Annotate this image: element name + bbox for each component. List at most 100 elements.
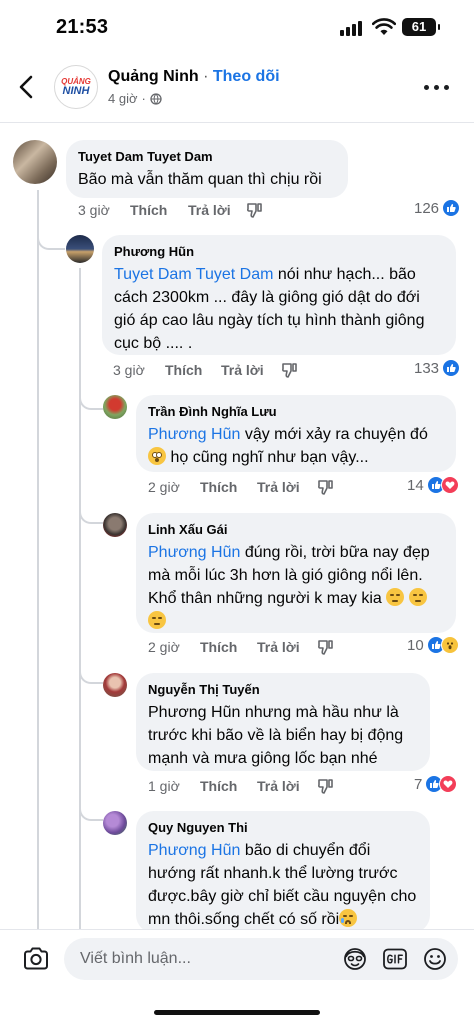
love-reaction-icon (440, 476, 459, 494)
comment-author[interactable]: Nguyễn Thị Tuyến (148, 681, 418, 699)
logo-bottom-text: NINH (62, 84, 90, 97)
reaction-count: 14 (407, 476, 424, 494)
reply-button[interactable]: Trả lời (257, 479, 317, 495)
post-meta: 4 giờ · (108, 91, 162, 106)
reaction-count: 133 (414, 359, 440, 377)
like-button[interactable]: Thích (200, 479, 257, 495)
header-divider (0, 122, 474, 123)
comment-author[interactable]: Phương Hũn (114, 243, 444, 261)
thread-line (37, 190, 39, 930)
pensive-emoji-icon (148, 611, 166, 629)
comment-actions: 1 giờ Thích Trả lời (148, 777, 335, 795)
dislike-icon[interactable] (246, 201, 264, 219)
comment-text: Phương Hũn đúng rồi, trời bữa nay đẹp mà… (148, 541, 444, 633)
thread-branch (79, 388, 103, 410)
post-time: 4 giờ (108, 91, 138, 106)
more-options-icon[interactable] (422, 74, 452, 100)
flushed-emoji-icon (148, 447, 166, 465)
comment-author[interactable]: Tuyet Dam Tuyet Dam (78, 148, 336, 166)
crying-emoji-icon (339, 909, 358, 927)
like-button[interactable]: Thích (130, 202, 188, 218)
like-button[interactable]: Thích (165, 362, 221, 378)
thread-branch (79, 662, 103, 684)
reaction-summary[interactable]: 7 (414, 775, 458, 793)
comment-actions: 2 giờ Thích Trả lời (148, 478, 335, 496)
thread-branch (79, 502, 103, 524)
comment-bubble: Trần Đình Nghĩa Lưu Phương Hũn vậy mới x… (136, 395, 456, 472)
reply-button[interactable]: Trả lời (188, 202, 246, 218)
thread-branch (37, 228, 65, 250)
comment-author[interactable]: Quy Nguyen Thi (148, 819, 418, 837)
status-time: 21:53 (56, 16, 109, 38)
comment-body-cont: họ cũng nghĩ như bạn vậy... (166, 449, 369, 466)
comment-text: Bão mà vẫn thăm quan thì chịu rồi (78, 171, 322, 188)
reaction-count: 126 (414, 199, 440, 217)
title-separator: · (198, 68, 213, 85)
meta-dot: · (141, 91, 146, 106)
thread-branch (79, 799, 103, 821)
like-reaction-icon (442, 199, 461, 217)
comment-bubble: Nguyễn Thị Tuyến Phương Hũn nhưng mà hầu… (136, 673, 430, 771)
comment-text: Phương Hũn bão di chuyển đổi hướng rất n… (148, 839, 418, 931)
follow-button[interactable]: Theo dõi (213, 68, 280, 85)
comment-text: Tuyet Dam Tuyet Dam nói như hạch... bão … (114, 263, 444, 355)
avatar[interactable] (103, 673, 127, 697)
comment-bubble: Phương Hũn Tuyet Dam Tuyet Dam nói như h… (102, 235, 456, 355)
comment-time: 3 giờ (113, 362, 145, 378)
dislike-icon[interactable] (281, 361, 299, 379)
comment-bubble: Quy Nguyen Thi Phương Hũn bão di chuyển … (136, 811, 430, 933)
page-title-line: Quảng Ninh · Theo dõi (108, 68, 280, 86)
dislike-icon[interactable] (317, 777, 335, 795)
reaction-summary[interactable]: 126 (414, 199, 461, 217)
reply-button[interactable]: Trả lời (257, 778, 317, 794)
reply-button[interactable]: Trả lời (257, 639, 317, 655)
mention-link[interactable]: Tuyet Dam Tuyet Dam (114, 266, 273, 283)
comment-time: 3 giờ (78, 202, 110, 218)
mention-link[interactable]: Phương Hũn (148, 426, 240, 443)
pensive-emoji-icon (386, 588, 405, 606)
comment-body: vậy mới xảy ra chuyện đó (240, 426, 428, 443)
comment-author[interactable]: Linh Xấu Gái (148, 521, 444, 539)
dislike-icon[interactable] (317, 638, 335, 656)
reaction-summary[interactable]: 133 (414, 359, 461, 377)
thread-line (79, 268, 81, 930)
camera-icon[interactable] (22, 946, 50, 972)
post-header: QUẢNG NINH Quảng Ninh · Theo dõi 4 giờ · (0, 56, 474, 120)
comment-author[interactable]: Trần Đình Nghĩa Lưu (148, 403, 444, 421)
comment-time: 2 giờ (148, 479, 180, 495)
avatar[interactable] (103, 811, 127, 835)
like-button[interactable]: Thích (200, 639, 257, 655)
dislike-icon[interactable] (317, 478, 335, 496)
comment-bubble: Linh Xấu Gái Phương Hũn đúng rồi, trời b… (136, 513, 456, 633)
emoji-icon[interactable] (422, 947, 448, 971)
avatar-sticker-icon[interactable] (342, 947, 368, 971)
gif-icon[interactable] (382, 947, 408, 971)
avatar[interactable] (13, 140, 57, 184)
mention-link[interactable]: Phương Hũn (148, 544, 240, 561)
reaction-count: 10 (407, 636, 424, 654)
like-button[interactable]: Thích (200, 778, 257, 794)
like-reaction-icon (442, 359, 461, 377)
reaction-count: 7 (414, 775, 423, 793)
page-avatar[interactable]: QUẢNG NINH (54, 65, 98, 109)
comment-bubble: Tuyet Dam Tuyet Dam Bão mà vẫn thăm quan… (66, 140, 348, 198)
comment-text: Phương Hũn vậy mới xảy ra chuyện đó họ c… (148, 423, 444, 469)
wifi-icon (372, 18, 396, 35)
battery-icon: 61 (402, 18, 440, 36)
reaction-summary[interactable]: 14 (407, 476, 459, 494)
comment-actions: 2 giờ Thích Trả lời (148, 638, 335, 656)
avatar[interactable] (66, 235, 94, 263)
globe-icon (150, 92, 162, 105)
cellular-signal-icon (340, 20, 366, 36)
love-reaction-icon (439, 775, 458, 793)
reaction-summary[interactable]: 10 (407, 636, 459, 654)
avatar[interactable] (103, 395, 127, 419)
avatar[interactable] (103, 513, 127, 537)
mention-link[interactable]: Phương Hũn (148, 842, 240, 859)
comment-text: Phương Hũn nhưng mà hầu như là trước khi… (148, 704, 404, 767)
reply-button[interactable]: Trả lời (221, 362, 281, 378)
pensive-emoji-icon (408, 588, 427, 606)
home-indicator[interactable] (154, 1010, 320, 1015)
back-arrow-icon[interactable] (12, 72, 42, 102)
page-name[interactable]: Quảng Ninh (108, 68, 199, 85)
